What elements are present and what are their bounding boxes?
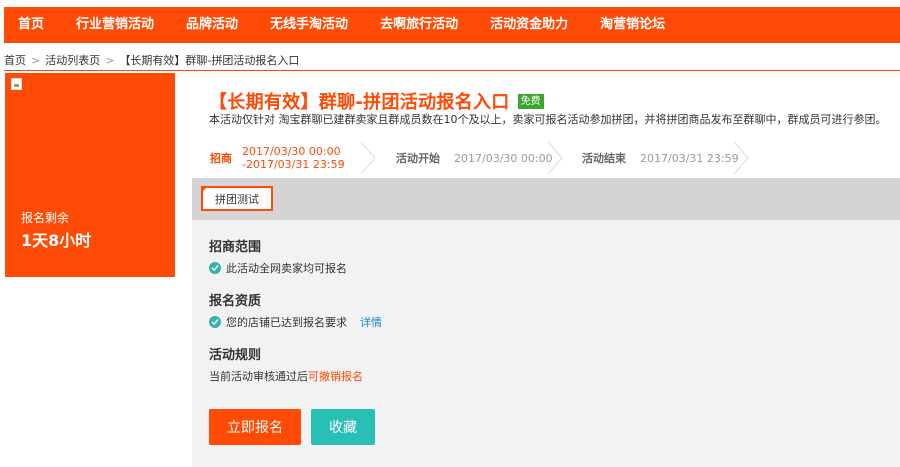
rules-text: 当前活动审核通过后 — [209, 370, 308, 383]
check-circle-icon — [209, 316, 221, 328]
favorite-button[interactable]: 收藏 — [311, 409, 375, 445]
breadcrumb-current: 【长期有效】群聊-拼团活动报名入口 — [119, 54, 300, 67]
timeline-end: 活动结束 2017/03/31 23:59 — [582, 140, 739, 176]
timeline-start: 活动开始 2017/03/30 00:00 — [396, 140, 553, 176]
signup-button[interactable]: 立即报名 — [209, 409, 301, 445]
scope-text: 此活动全网卖家均可报名 — [226, 262, 347, 275]
scope-title: 招商范围 — [209, 240, 262, 255]
rules-line: 当前活动审核通过后 可撤销报名 — [209, 368, 363, 384]
rules-cancelable-text: 可撤销报名 — [308, 370, 363, 383]
chevron-right-icon — [360, 142, 376, 174]
tab-bar: 拼团测试 — [192, 178, 900, 220]
remaining-time-value: 1天8小时 — [21, 231, 92, 250]
top-nav: 首页 行业营销活动 品牌活动 无线手淘活动 去啊旅行活动 活动资金助力 淘营销论… — [4, 7, 900, 43]
nav-item-industry-marketing[interactable]: 行业营销活动 — [60, 7, 170, 43]
qualification-text: 您的店铺已达到报名要求 — [226, 316, 347, 329]
nav-item-mobile-taobao[interactable]: 无线手淘活动 — [254, 7, 364, 43]
timeline-start-value: 2017/03/30 00:00 — [454, 151, 553, 165]
chevron-right-icon — [547, 142, 563, 174]
breadcrumb-separator: > — [31, 53, 41, 67]
nav-item-home[interactable]: 首页 — [4, 7, 60, 43]
timeline-start-label: 活动开始 — [396, 152, 440, 165]
chevron-right-icon — [733, 142, 749, 174]
check-circle-icon — [209, 262, 221, 274]
free-badge: 免费 — [517, 93, 544, 109]
remaining-time-label: 报名剩余 — [21, 211, 70, 225]
timeline-recruit-start: 2017/03/30 00:00 — [242, 145, 341, 158]
scope-line: 此活动全网卖家均可报名 — [209, 260, 347, 276]
timeline-end-label: 活动结束 — [582, 152, 626, 165]
timeline-recruit-label: 招商 — [210, 152, 232, 165]
qualification-line: 您的店铺已达到报名要求 详情 — [209, 314, 382, 330]
qualification-title: 报名资质 — [209, 294, 262, 309]
nav-item-forum[interactable]: 淘营销论坛 — [584, 7, 681, 43]
broken-image-icon — [11, 78, 22, 90]
breadcrumb-divider — [4, 70, 900, 71]
breadcrumb-separator: > — [105, 53, 115, 67]
activity-timeline: 招商 2017/03/30 00:00 -2017/03/31 23:59 活动… — [192, 140, 900, 176]
activity-banner: 报名剩余 1天8小时 — [5, 73, 175, 277]
breadcrumb-home[interactable]: 首页 — [4, 52, 26, 68]
rules-title: 活动规则 — [209, 348, 262, 363]
activity-details: 招商范围 此活动全网卖家均可报名 报名资质 您的店铺已达到报名要求 详情 活动规… — [192, 220, 900, 467]
breadcrumb: 首页 > 活动列表页 > 【长期有效】群聊-拼团活动报名入口 — [4, 52, 299, 68]
timeline-recruit-dates: 2017/03/30 00:00 -2017/03/31 23:59 — [242, 145, 345, 171]
qualification-details-link[interactable]: 详情 — [360, 314, 382, 330]
nav-item-funding[interactable]: 活动资金助力 — [474, 7, 584, 43]
nav-item-brand[interactable]: 品牌活动 — [170, 7, 254, 43]
activity-description: 本活动仅针对 淘宝群聊已建群卖家且群成员数在10个及以上，卖家可报名活动参加拼团… — [209, 113, 887, 126]
timeline-end-value: 2017/03/31 23:59 — [640, 151, 739, 165]
breadcrumb-activity-list[interactable]: 活动列表页 — [45, 52, 100, 68]
timeline-recruit: 招商 2017/03/30 00:00 -2017/03/31 23:59 — [210, 140, 345, 176]
tab-group-buy-test[interactable]: 拼团测试 — [201, 186, 273, 211]
nav-item-travel[interactable]: 去啊旅行活动 — [364, 7, 474, 43]
timeline-recruit-end: -2017/03/31 23:59 — [242, 158, 345, 171]
